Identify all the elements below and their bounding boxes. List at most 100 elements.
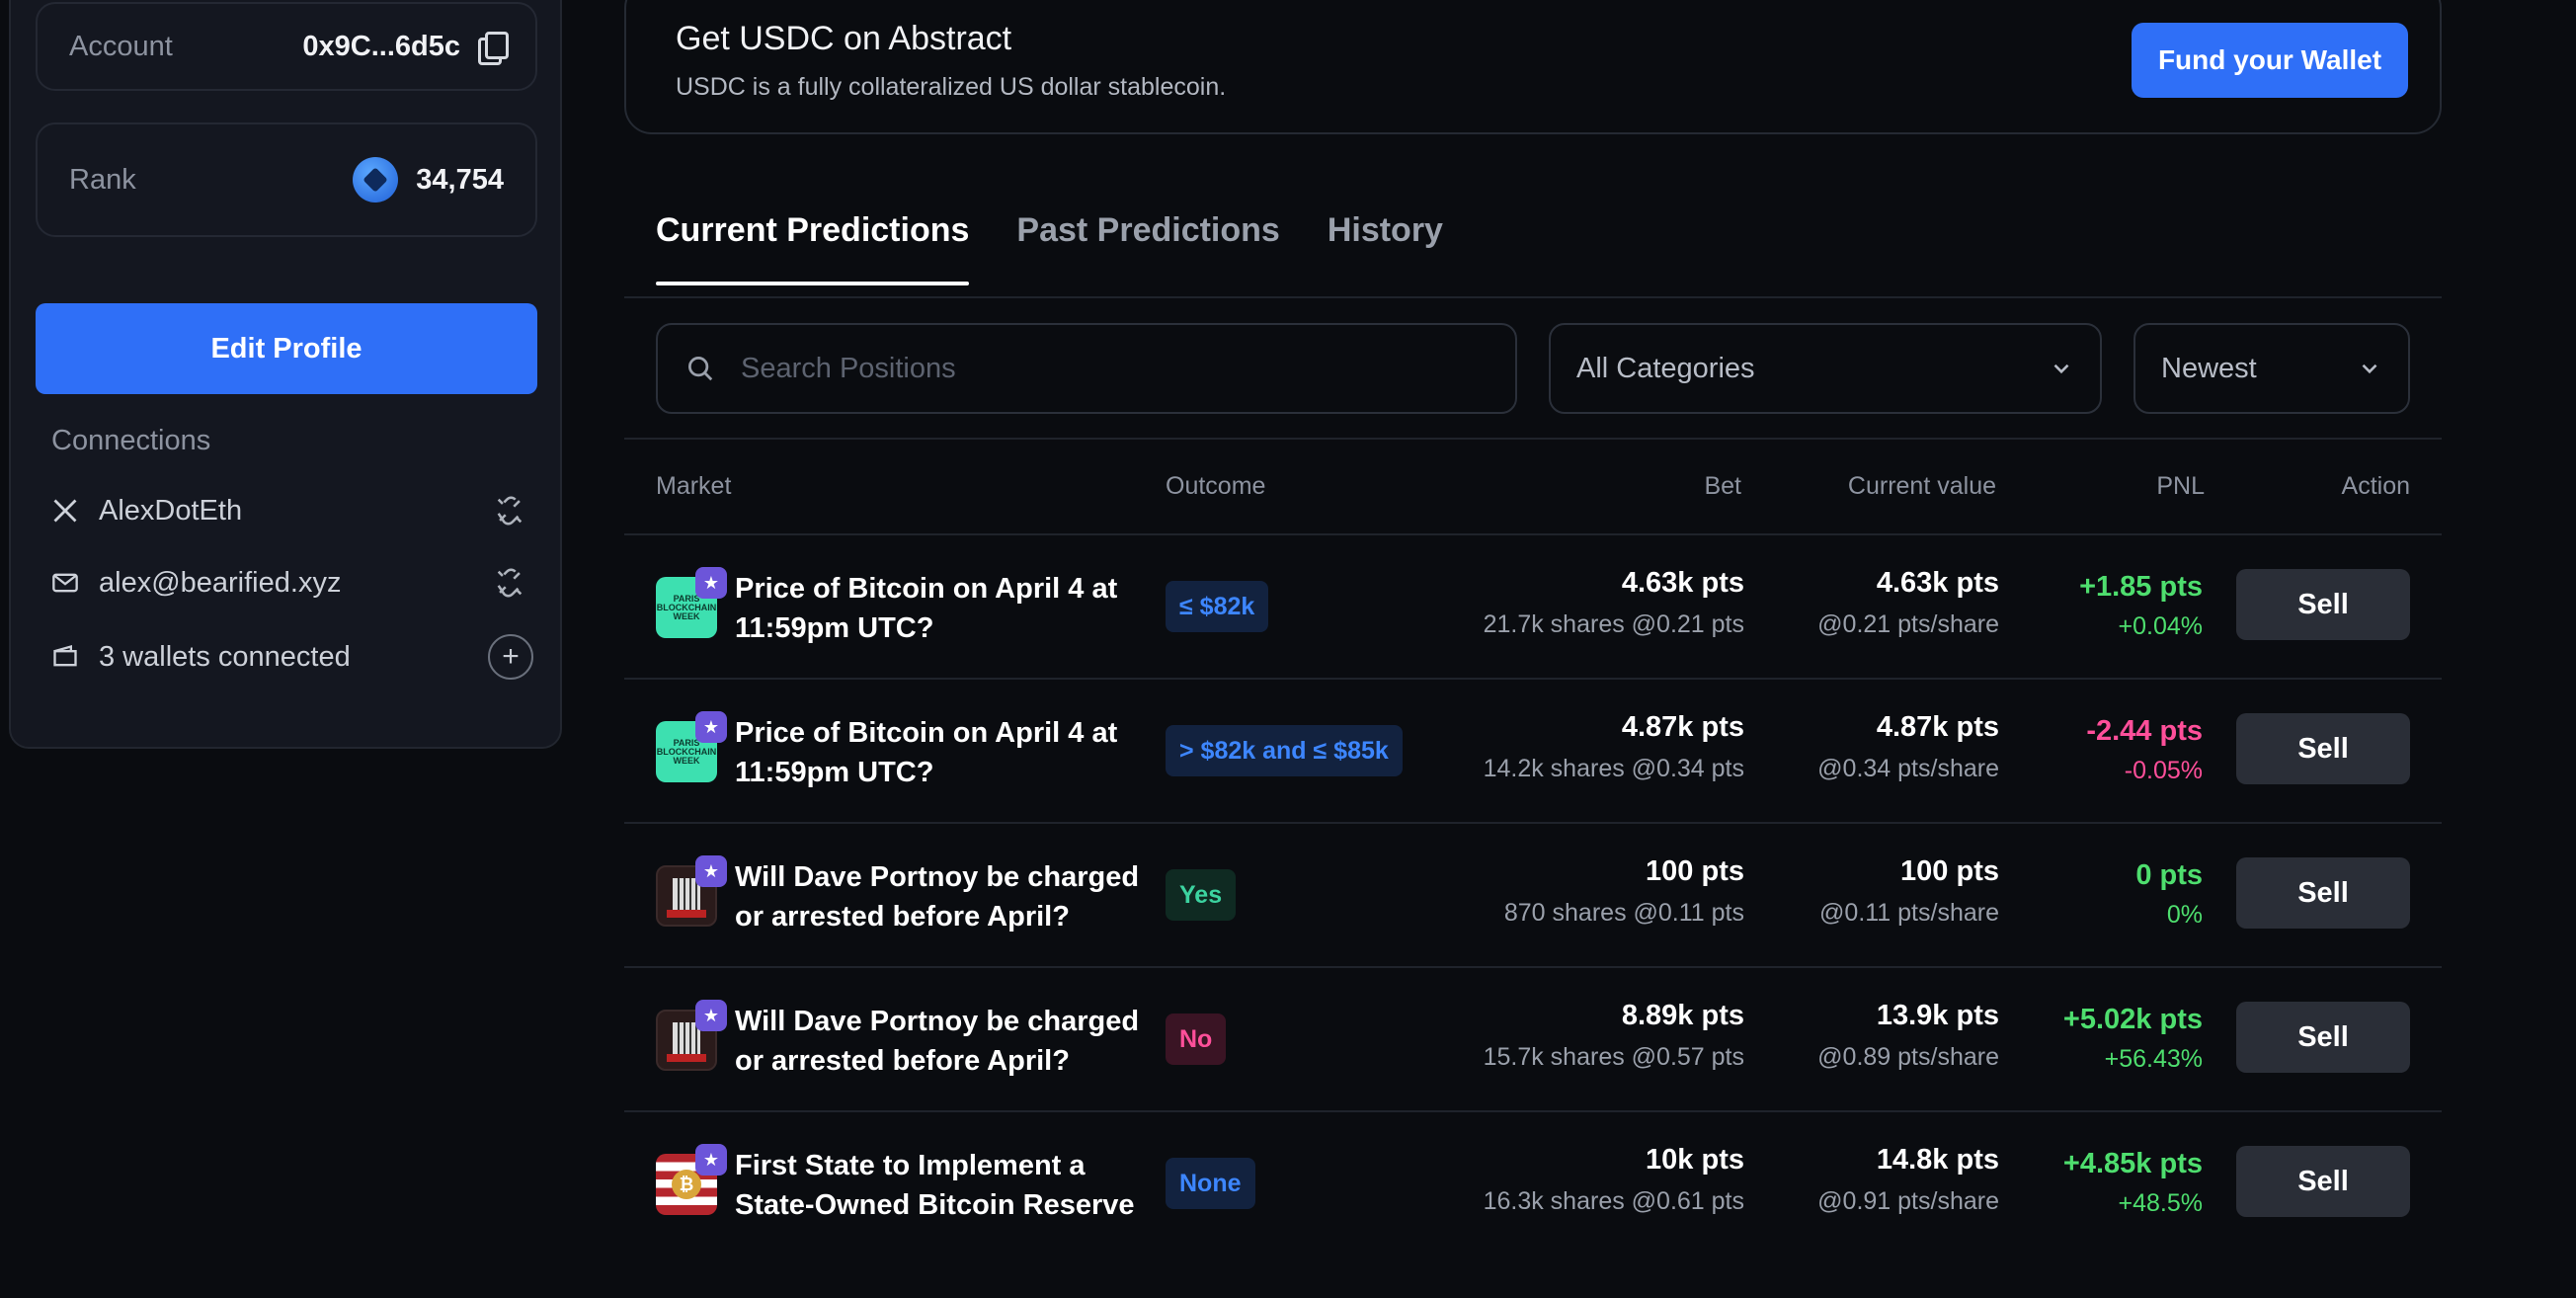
table-row[interactable]: PARIS BLOCKCHAIN WEEK ★ Price of Bitcoin o… <box>624 535 2442 680</box>
current-value: 14.8k pts <box>1876 1144 1999 1176</box>
current-price: @0.91 pts/share <box>1817 1187 1999 1215</box>
star-icon: ★ <box>695 1144 727 1176</box>
header-action: Action <box>2341 472 2410 500</box>
sell-button[interactable]: Sell <box>2236 1146 2410 1217</box>
sort-select[interactable]: Newest <box>2133 323 2410 414</box>
header-bet: Bet <box>1704 472 1741 500</box>
bet-cell: 8.89k pts 15.7k shares @0.57 pts <box>1484 996 1744 1072</box>
bet-value: 4.63k pts <box>1621 567 1744 599</box>
pnl-percent: 0% <box>2166 901 2203 929</box>
edit-profile-button[interactable]: Edit Profile <box>36 303 537 394</box>
pnl-cell: -2.44 pts -0.05% <box>2086 711 2203 785</box>
tab-current-predictions[interactable]: Current Predictions <box>656 211 970 285</box>
current-value-cell: 4.63k pts @0.21 pts/share <box>1817 563 1999 639</box>
fund-wallet-button[interactable]: Fund your Wallet <box>2132 23 2408 98</box>
pnl-value: +1.85 pts <box>2079 571 2203 603</box>
market-title[interactable]: Will Dave Portnoy be charged or arrested… <box>735 1002 1150 1081</box>
tab-past-predictions[interactable]: Past Predictions <box>1016 211 1279 285</box>
market-thumbnail: PARIS BLOCKCHAIN WEEK ★ <box>656 711 727 782</box>
current-value-cell: 4.87k pts @0.34 pts/share <box>1817 707 1999 783</box>
current-price: @0.89 pts/share <box>1817 1043 1999 1071</box>
outcome-badge: None <box>1166 1158 1255 1209</box>
search-input[interactable] <box>741 352 1491 385</box>
pnl-value: -2.44 pts <box>2086 715 2203 747</box>
pnl-cell: +4.85k pts +48.5% <box>2063 1144 2203 1218</box>
search-icon <box>688 357 713 381</box>
banner-title: Get USDC on Abstract <box>676 20 1012 57</box>
header-outcome: Outcome <box>1166 472 1266 500</box>
table-row[interactable]: PARIS BLOCKCHAIN WEEK ★ Price of Bitcoin o… <box>624 680 2442 824</box>
header-pnl: PNL <box>2156 472 2205 500</box>
current-price: @0.21 pts/share <box>1817 610 1999 638</box>
market-title[interactable]: Price of Bitcoin on April 4 at 11:59pm U… <box>735 569 1150 648</box>
tabs-divider <box>624 296 2442 298</box>
svg-text:₿: ₿ <box>680 1175 694 1195</box>
bet-value: 4.87k pts <box>1621 711 1744 743</box>
bet-cell: 4.87k pts 14.2k shares @0.34 pts <box>1484 707 1744 783</box>
outcome-badge: No <box>1166 1014 1227 1065</box>
pnl-percent: +0.04% <box>2118 612 2204 640</box>
unlink-icon[interactable] <box>486 487 533 534</box>
pnl-value: +4.85k pts <box>2062 1148 2203 1179</box>
outcome-badge: ≤ $82k <box>1166 581 1269 632</box>
usdc-banner: Get USDC on Abstract USDC is a fully col… <box>624 0 2442 134</box>
add-wallet-button[interactable]: + <box>488 634 533 680</box>
bet-shares: 14.2k shares @0.34 pts <box>1483 755 1744 782</box>
table-row[interactable]: ₿ ★ First State to Implement a State-Own… <box>624 1112 2442 1257</box>
connection-label: 3 wallets connected <box>99 640 351 673</box>
current-value-cell: 14.8k pts @0.91 pts/share <box>1817 1140 1999 1216</box>
sell-button[interactable]: Sell <box>2236 857 2410 929</box>
account-label: Account <box>69 30 173 62</box>
connection-label: alex@bearified.xyz <box>99 566 342 599</box>
pnl-cell: +1.85 pts +0.04% <box>2079 567 2203 641</box>
pnl-percent: -0.05% <box>2124 757 2203 784</box>
bet-cell: 10k pts 16.3k shares @0.61 pts <box>1484 1140 1744 1216</box>
category-select-value: All Categories <box>1576 352 1755 384</box>
pnl-cell: 0 pts 0% <box>2135 855 2203 930</box>
market-thumbnail: ₿ ★ <box>656 1144 727 1215</box>
pnl-cell: +5.02k pts +56.43% <box>2063 1000 2203 1074</box>
wallet-icon <box>53 644 77 667</box>
market-thumbnail: PARIS BLOCKCHAIN WEEK ★ <box>656 567 727 638</box>
table-row[interactable]: ★ Will Dave Portnoy be charged or arrest… <box>624 824 2442 968</box>
unlink-icon[interactable] <box>486 559 533 607</box>
sell-button[interactable]: Sell <box>2236 713 2410 784</box>
sell-button[interactable]: Sell <box>2236 1002 2410 1073</box>
current-value-cell: 100 pts @0.11 pts/share <box>1819 852 1999 928</box>
table-row[interactable]: ★ Will Dave Portnoy be charged or arrest… <box>624 968 2442 1112</box>
profile-panel: Account 0x9C...6d5c Rank 34,754 Edit Pro… <box>9 0 562 749</box>
connection-wallets: 3 wallets connected + <box>51 632 533 682</box>
market-title[interactable]: First State to Implement a State-Owned B… <box>735 1146 1150 1225</box>
header-market: Market <box>656 472 732 500</box>
page-root: Account 0x9C...6d5c Rank 34,754 Edit Pro… <box>0 0 2576 1298</box>
star-icon: ★ <box>695 567 727 599</box>
connection-label: AlexDotEth <box>99 494 243 527</box>
tab-history[interactable]: History <box>1328 211 1443 285</box>
current-value-cell: 13.9k pts @0.89 pts/share <box>1817 996 1999 1072</box>
rank-value: 34,754 <box>416 163 504 196</box>
filters-divider <box>624 438 2442 440</box>
search-box <box>656 323 1517 414</box>
connection-x: AlexDotEth <box>51 486 533 535</box>
bet-cell: 4.63k pts 21.7k shares @0.21 pts <box>1484 563 1744 639</box>
market-title[interactable]: Price of Bitcoin on April 4 at 11:59pm U… <box>735 713 1150 792</box>
bet-shares: 15.7k shares @0.57 pts <box>1483 1043 1744 1071</box>
pnl-value: +5.02k pts <box>2062 1004 2203 1035</box>
pnl-value: 0 pts <box>2135 859 2203 891</box>
market-thumbnail: ★ <box>656 1000 727 1071</box>
predictions-tabs: Current Predictions Past Predictions His… <box>656 211 1443 285</box>
category-select[interactable]: All Categories <box>1549 323 2102 414</box>
pnl-percent: +56.43% <box>2104 1045 2203 1073</box>
market-thumbnail: ★ <box>656 855 727 927</box>
copy-icon[interactable] <box>478 32 509 65</box>
bet-cell: 100 pts 870 shares @0.11 pts <box>1504 852 1744 928</box>
banner-subtitle: USDC is a fully collateralized US dollar… <box>676 73 1227 101</box>
rank-label: Rank <box>69 163 136 196</box>
sell-button[interactable]: Sell <box>2236 569 2410 640</box>
current-value: 13.9k pts <box>1876 1000 1999 1031</box>
outcome-badge: > $82k and ≤ $85k <box>1166 725 1403 776</box>
header-current-value: Current value <box>1847 472 1996 500</box>
connection-email: alex@bearified.xyz <box>51 558 533 608</box>
market-title[interactable]: Will Dave Portnoy be charged or arrested… <box>735 857 1150 936</box>
chevron-down-icon <box>2362 364 2377 374</box>
